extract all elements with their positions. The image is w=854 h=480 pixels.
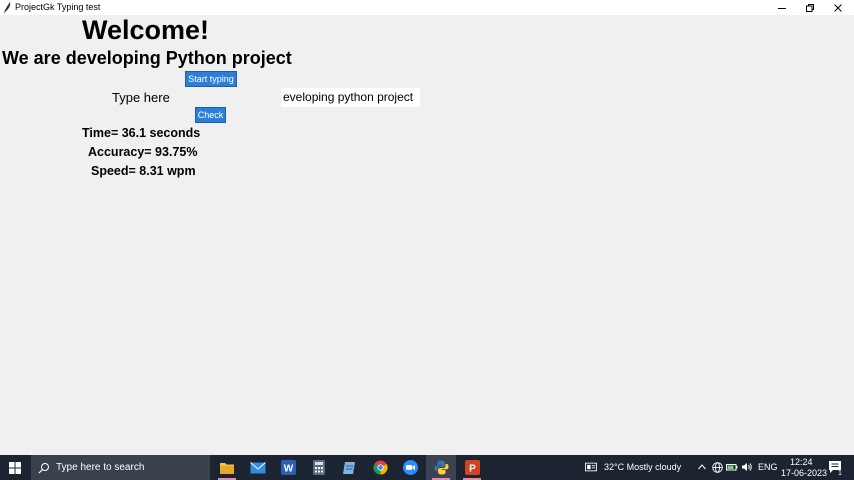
taskbar-word[interactable]: W <box>273 455 303 480</box>
welcome-heading: Welcome! <box>82 15 210 45</box>
accuracy-result: Accuracy= 93.75% <box>88 145 198 159</box>
minimize-icon <box>778 7 786 9</box>
taskbar-zoom[interactable] <box>395 455 425 480</box>
taskbar-file-explorer[interactable] <box>212 455 242 480</box>
language-indicator[interactable]: ENG <box>758 462 778 473</box>
search-placeholder: Type here to search <box>56 462 145 473</box>
minimize-button[interactable] <box>768 0 796 15</box>
time-result: Time= 36.1 seconds <box>82 126 201 140</box>
typing-input[interactable]: eveloping python project <box>281 88 420 107</box>
feather-icon <box>3 1 12 14</box>
taskbar-python[interactable] <box>426 455 456 480</box>
taskbar-notepad[interactable] <box>334 455 364 480</box>
taskbar-powerpoint[interactable]: P <box>457 455 487 480</box>
type-here-label: Type here <box>112 90 170 105</box>
window-title: ProjectGk Typing test <box>15 2 101 12</box>
weather-icon[interactable] <box>585 461 597 473</box>
volume-icon[interactable] <box>741 461 753 473</box>
chevron-up-icon[interactable] <box>696 461 708 473</box>
start-typing-button[interactable]: Start typing <box>185 71 237 87</box>
notepad-icon <box>342 461 355 474</box>
clock-date[interactable]: 17-06-2023 <box>781 468 827 479</box>
svg-text:P: P <box>469 464 476 475</box>
windows-logo-icon <box>9 461 21 474</box>
window-titlebar: ProjectGk Typing test <box>0 0 854 15</box>
word-icon: W <box>280 460 296 475</box>
zoom-icon <box>402 460 418 475</box>
clock-time[interactable]: 12:24 <box>790 457 813 468</box>
search-icon <box>38 462 49 473</box>
network-icon[interactable] <box>711 461 723 473</box>
chrome-icon <box>372 460 388 475</box>
taskbar-search[interactable]: Type here to search <box>31 455 210 480</box>
calculator-icon <box>313 460 325 475</box>
start-button[interactable] <box>0 455 30 480</box>
powerpoint-icon: P <box>464 460 480 475</box>
battery-icon[interactable] <box>726 461 738 473</box>
taskbar-calculator[interactable] <box>304 455 334 480</box>
weather-text[interactable]: 32°C Mostly cloudy <box>604 462 681 473</box>
restore-icon <box>806 3 814 12</box>
mail-icon <box>250 461 266 473</box>
folder-icon <box>220 462 234 474</box>
restore-button[interactable] <box>796 0 824 15</box>
taskbar-chrome[interactable] <box>365 455 395 480</box>
check-button[interactable]: Check <box>195 107 226 123</box>
subtitle-text: We are developing Python project <box>2 48 292 68</box>
taskbar-mail[interactable] <box>243 455 273 480</box>
close-button[interactable] <box>824 0 852 15</box>
python-icon <box>434 460 448 475</box>
taskbar: Type here to search W P 32°C Mostly clou… <box>0 455 854 480</box>
speed-result: Speed= 8.31 wpm <box>91 164 196 178</box>
svg-text:W: W <box>283 464 293 475</box>
notification-count: 1 <box>838 470 842 477</box>
close-icon <box>834 3 842 12</box>
